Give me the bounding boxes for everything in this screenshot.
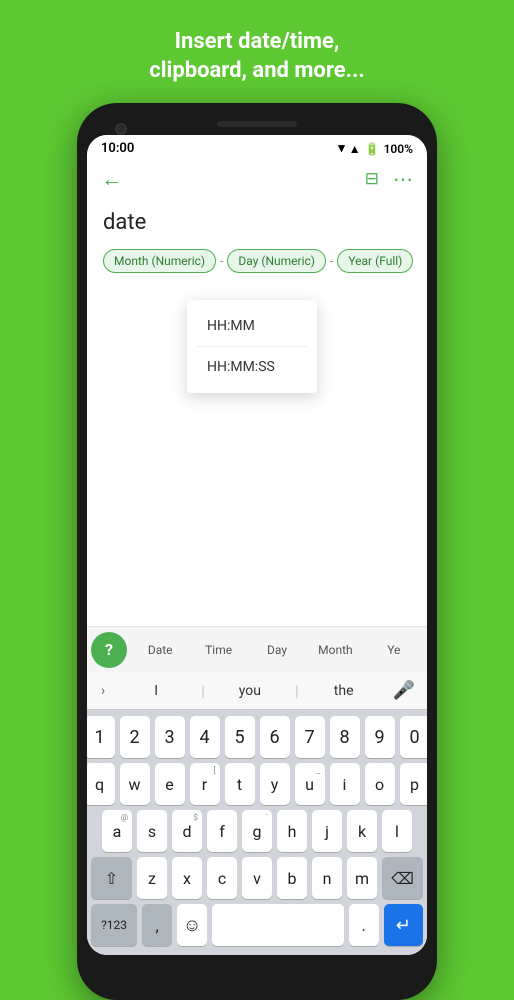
suggestion-you[interactable]: you xyxy=(215,683,285,699)
key-d[interactable]: d$ xyxy=(172,810,202,852)
toolbar-time[interactable]: Time xyxy=(189,639,247,661)
key-y[interactable]: y xyxy=(260,763,290,805)
delete-key[interactable]: ⌫ xyxy=(382,857,423,899)
phone-screen: 10:00 ▾ ▲ 🔋 100% ← ⊟ ⋯ date Month (Numer… xyxy=(87,135,427,955)
tag-separator-1: - xyxy=(220,254,223,268)
mic-icon[interactable]: 🎤 xyxy=(389,678,419,703)
key-m[interactable]: m xyxy=(347,857,377,899)
content-area: date Month (Numeric) - Day (Numeric) - Y… xyxy=(87,200,427,626)
key-3[interactable]: 3 xyxy=(155,716,185,758)
zxcv-row: ⇧ z x c v b n m ⌫ xyxy=(91,857,423,899)
bottom-toolbar: ? Date Time Day Month Ye xyxy=(87,626,427,672)
key-o[interactable]: o xyxy=(365,763,395,805)
num-row: 1 2 3 4 5 6 7 8 9 0 xyxy=(91,716,423,758)
key-2[interactable]: 2 xyxy=(120,716,150,758)
header-text: Insert date/time, clipboard, and more... xyxy=(109,0,404,103)
tag-year[interactable]: Year (Full) xyxy=(337,249,413,273)
key-4[interactable]: 4 xyxy=(190,716,220,758)
tag-separator-2: - xyxy=(330,254,333,268)
key-z[interactable]: z xyxy=(137,857,167,899)
suggestions-bar: › I | you | the 🎤 xyxy=(87,672,427,710)
shift-key[interactable]: ⇧ xyxy=(91,857,132,899)
key-x[interactable]: x xyxy=(172,857,202,899)
bottom-key-row: ?123 , ☺ . ↵ xyxy=(91,904,423,946)
key-p[interactable]: p xyxy=(400,763,428,805)
key-c[interactable]: c xyxy=(207,857,237,899)
tag-day[interactable]: Day (Numeric) xyxy=(227,249,326,273)
key-a[interactable]: a@ xyxy=(102,810,132,852)
dropdown-item-hhmm[interactable]: HH:MM xyxy=(187,306,317,346)
comma-key[interactable]: , xyxy=(142,904,172,946)
suggestion-the[interactable]: the xyxy=(309,683,379,699)
key-l[interactable]: l xyxy=(382,810,412,852)
period-key[interactable]: . xyxy=(349,904,379,946)
date-label: date xyxy=(103,210,411,235)
wifi-icon: ▾ xyxy=(338,141,345,156)
key-f[interactable]: f xyxy=(207,810,237,852)
key-g[interactable]: g` xyxy=(242,810,272,852)
dropdown-item-hhmmss[interactable]: HH:MM:SS xyxy=(187,347,317,387)
signal-icon: ▲ xyxy=(349,142,361,156)
toolbar-day[interactable]: Day xyxy=(248,639,306,661)
battery-icon: 🔋 xyxy=(365,142,380,156)
key-7[interactable]: 7 xyxy=(295,716,325,758)
key-i[interactable]: i xyxy=(330,763,360,805)
key-e[interactable]: e xyxy=(155,763,185,805)
chevron-right-icon[interactable]: › xyxy=(95,681,111,701)
key-h[interactable]: h xyxy=(277,810,307,852)
tag-month[interactable]: Month (Numeric) xyxy=(103,249,216,273)
keyboard: › I | you | the 🎤 1 2 3 4 5 6 7 8 xyxy=(87,672,427,955)
space-key[interactable] xyxy=(212,904,344,946)
key-9[interactable]: 9 xyxy=(365,716,395,758)
key-b[interactable]: b xyxy=(277,857,307,899)
enter-key[interactable]: ↵ xyxy=(384,904,423,946)
key-6[interactable]: 6 xyxy=(260,716,290,758)
key-s[interactable]: s xyxy=(137,810,167,852)
key-5[interactable]: 5 xyxy=(225,716,255,758)
filter-icon[interactable]: ⊟ xyxy=(365,169,379,189)
key-n[interactable]: n xyxy=(312,857,342,899)
asdf-row: a@ s d$ f g` h j k l xyxy=(91,810,423,852)
key-u[interactable]: u_ xyxy=(295,763,325,805)
help-button[interactable]: ? xyxy=(91,632,127,668)
key-t[interactable]: t xyxy=(225,763,255,805)
status-bar: 10:00 ▾ ▲ 🔋 100% xyxy=(87,135,427,160)
top-nav: ← ⊟ ⋯ xyxy=(87,160,427,200)
qwerty-row: q w e r[ t y u_ i o p xyxy=(91,763,423,805)
key-0[interactable]: 0 xyxy=(400,716,428,758)
battery-percent: 100% xyxy=(384,142,413,156)
suggestion-separator-2: | xyxy=(295,681,299,700)
dropdown-popup: HH:MM HH:MM:SS xyxy=(187,300,317,393)
camera xyxy=(115,123,127,135)
key-1[interactable]: 1 xyxy=(87,716,115,758)
status-time: 10:00 xyxy=(101,141,134,156)
key-r[interactable]: r[ xyxy=(190,763,220,805)
key-q[interactable]: q xyxy=(87,763,115,805)
key-v[interactable]: v xyxy=(242,857,272,899)
toolbar-date[interactable]: Date xyxy=(131,639,189,661)
speaker xyxy=(217,121,297,127)
toolbar-ye[interactable]: Ye xyxy=(365,639,423,661)
suggestion-separator-1: | xyxy=(201,681,205,700)
back-button[interactable]: ← xyxy=(101,166,123,192)
num-key[interactable]: ?123 xyxy=(91,904,137,946)
suggestion-i[interactable]: I xyxy=(121,683,191,699)
emoji-key[interactable]: ☺ xyxy=(177,904,207,946)
key-j[interactable]: j xyxy=(312,810,342,852)
phone-frame: 10:00 ▾ ▲ 🔋 100% ← ⊟ ⋯ date Month (Numer… xyxy=(77,103,437,1000)
key-w[interactable]: w xyxy=(120,763,150,805)
more-icon[interactable]: ⋯ xyxy=(393,167,413,191)
key-k[interactable]: k xyxy=(347,810,377,852)
key-8[interactable]: 8 xyxy=(330,716,360,758)
toolbar-month[interactable]: Month xyxy=(306,639,364,661)
